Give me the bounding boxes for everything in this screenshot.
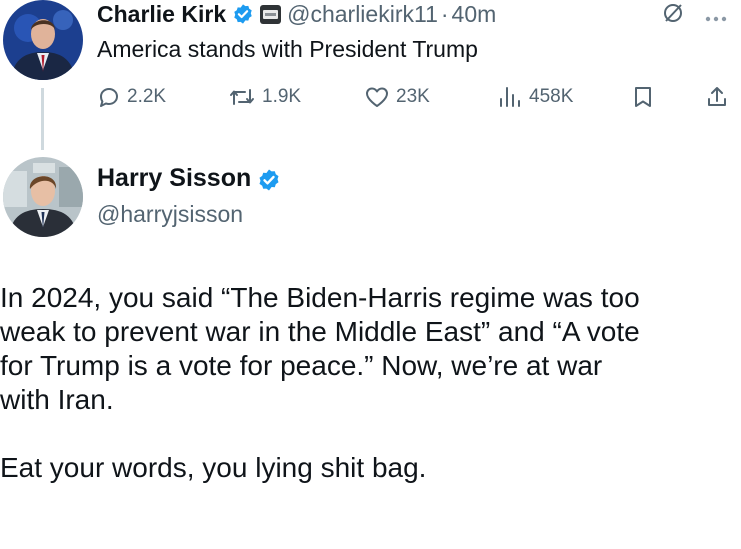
post-time[interactable]: 40m [452,1,497,28]
repost-count: 1.9K [262,86,302,107]
reply-text-closing: Eat your words, you lying shit bag. [0,452,427,483]
like-count: 23K [396,86,430,107]
like-icon [366,87,388,107]
author-name[interactable]: Charlie Kirk [97,1,226,28]
avatar-charlie-kirk[interactable] [3,0,83,80]
bookmark-icon [635,87,651,107]
repost-icon [230,89,254,105]
views-button[interactable]: 458K [497,82,573,112]
reply-icon [100,88,118,107]
like-button[interactable]: 23K [364,82,430,112]
bookmark-button[interactable] [632,82,660,112]
reply-button[interactable]: 2.2K [97,82,166,112]
original-tweet-text: America stands with President Trump [97,36,478,62]
reply-tweet-header: Harry Sisson [97,164,279,193]
reply-text-line: with Iran. [0,384,114,415]
affiliate-badge-icon[interactable] [260,4,282,24]
reply-author-handle[interactable]: @harryjsisson [97,201,243,228]
repost-button[interactable]: 1.9K [228,82,301,112]
avatar-harry-sisson[interactable] [3,157,83,237]
reply-text-line: In 2024, you said “The Biden-Harris regi… [0,282,640,313]
original-tweet-header: Charlie Kirk @charliekirk11 · 40m [97,0,496,28]
reply-text-line: for Trump is a vote for peace.” Now, we’… [0,350,603,381]
verified-badge-icon [257,168,279,190]
share-button[interactable] [705,82,735,112]
view-count: 458K [529,86,574,107]
reply-tweet-text: In 2024, you said “The Biden-Harris regi… [0,281,741,485]
separator-dot: · [440,0,449,27]
author-handle[interactable]: @charliekirk11 [287,1,438,28]
grok-icon[interactable] [662,2,684,24]
thread-connector-line [41,88,44,150]
views-icon [500,87,520,107]
share-icon [708,87,726,106]
reply-count: 2.2K [127,86,167,107]
reply-author-name[interactable]: Harry Sisson [97,164,251,193]
reply-text-line: weak to prevent war in the Middle East” … [0,316,640,347]
verified-badge-icon [232,3,254,25]
more-icon[interactable] [704,10,728,22]
